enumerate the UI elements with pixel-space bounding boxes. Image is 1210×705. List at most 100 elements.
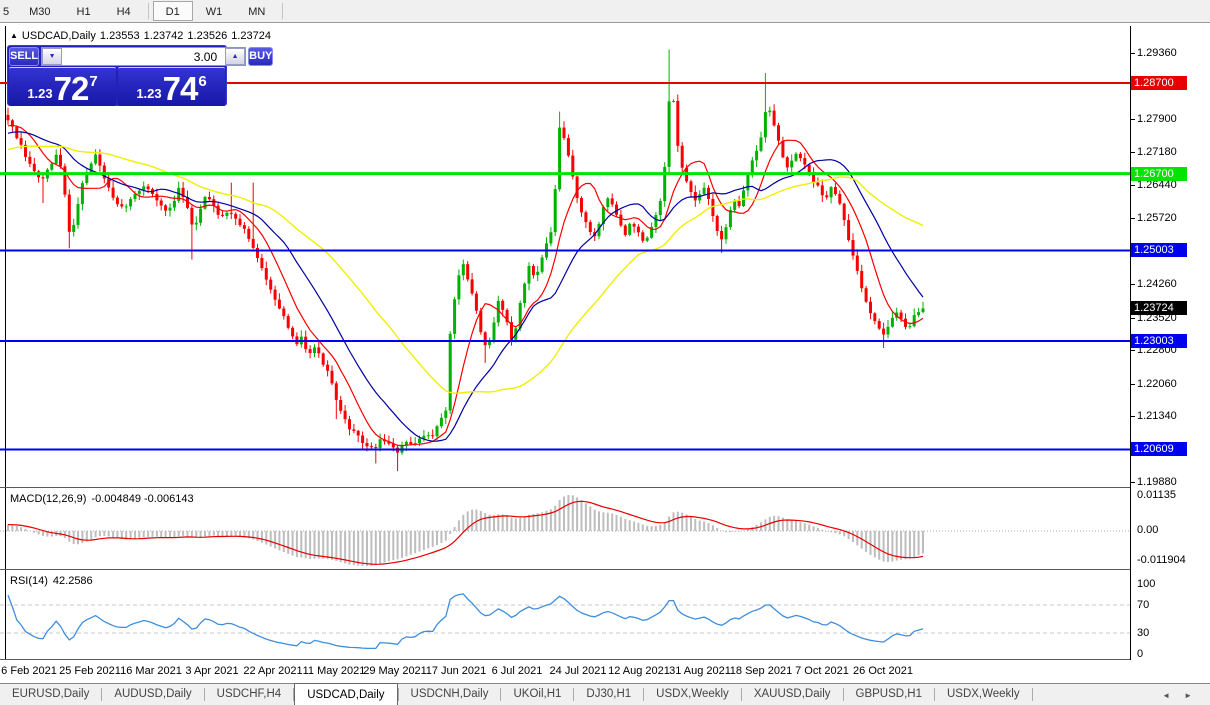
price-tick-mark bbox=[1131, 152, 1135, 153]
ohlc-close: 1.23724 bbox=[231, 30, 271, 42]
rsi-value: 42.2586 bbox=[53, 575, 93, 587]
price-tick-label: 1.27180 bbox=[1137, 146, 1177, 158]
symbol-tab-usdchf-h4[interactable]: USDCHF,H4 bbox=[205, 684, 294, 705]
price-tick-mark bbox=[1131, 482, 1135, 483]
symbol-tab-ukoil-h1[interactable]: UKOil,H1 bbox=[501, 684, 573, 705]
rsi-axis-0: 0 bbox=[1137, 648, 1143, 660]
price-tick-label: 1.29360 bbox=[1137, 47, 1177, 59]
mt4-window: 5M30H1H4D1W1MN ▲USDCAD,Daily1.235531.237… bbox=[0, 0, 1210, 705]
symbol-tab-dj30-h1[interactable]: DJ30,H1 bbox=[574, 684, 643, 705]
date-label: 29 May 2021 bbox=[363, 665, 427, 677]
lot-decrease-button[interactable]: ▼ bbox=[42, 48, 62, 65]
rsi-axis-70: 70 bbox=[1137, 599, 1149, 611]
macd-axis-zero: 0.00 bbox=[1137, 524, 1158, 536]
date-label: 11 May 2021 bbox=[303, 665, 366, 677]
ohlc-low: 1.23526 bbox=[187, 30, 227, 42]
hline-price-badge: 1.26700 bbox=[1131, 167, 1187, 181]
date-label: 25 Feb 2021 bbox=[59, 665, 121, 677]
price-tick-label: 1.24260 bbox=[1137, 278, 1177, 290]
date-label: 6 Feb 2021 bbox=[1, 665, 57, 677]
hline-price-badge: 1.20609 bbox=[1131, 442, 1187, 456]
lot-increase-button[interactable]: ▲ bbox=[225, 48, 245, 65]
date-label: 12 Aug 2021 bbox=[608, 665, 670, 677]
price-tick-label: 1.21340 bbox=[1137, 410, 1177, 422]
symbol-tab-usdx-weekly[interactable]: USDX,Weekly bbox=[935, 684, 1032, 705]
symbol-label: USDCAD,Daily bbox=[22, 30, 96, 42]
timeframe-button-h1[interactable]: H1 bbox=[64, 1, 104, 21]
hline-price-badge: 1.23003 bbox=[1131, 334, 1187, 348]
symbol-tab-audusd-daily[interactable]: AUDUSD,Daily bbox=[102, 684, 203, 705]
toolbar-separator bbox=[282, 3, 283, 19]
tab-separator bbox=[1032, 688, 1033, 701]
macd-axis-min: -0.011904 bbox=[1137, 554, 1186, 566]
buy-price-prefix: 1.23 bbox=[136, 86, 161, 101]
date-label: 16 Mar 2021 bbox=[120, 665, 182, 677]
rsi-axis-30: 30 bbox=[1137, 627, 1149, 639]
macd-label: MACD(12,26,9) -0.004849 -0.006143 bbox=[10, 493, 199, 505]
rsi-chart[interactable] bbox=[0, 571, 1130, 659]
rsi-line bbox=[8, 594, 923, 648]
sell-button[interactable]: SELL bbox=[9, 47, 39, 66]
date-label: 18 Sep 2021 bbox=[730, 665, 792, 677]
date-label: 17 Jun 2021 bbox=[426, 665, 487, 677]
lot-input[interactable] bbox=[62, 48, 225, 65]
chart-window: ▲USDCAD,Daily1.235531.237421.235261.2372… bbox=[0, 23, 1210, 683]
timeframe-button-w1[interactable]: W1 bbox=[193, 1, 236, 21]
expand-icon[interactable]: ▲ bbox=[10, 31, 18, 40]
price-tick-label: 1.22060 bbox=[1137, 378, 1177, 390]
candles bbox=[7, 50, 925, 472]
ohlc-header: ▲ USDCAD,Daily 1.23553 1.237421.23526 1.2372… bbox=[10, 30, 275, 42]
timeframe-toolbar: 5M30H1H4 D1W1MN bbox=[0, 0, 1210, 23]
panel-separator[interactable] bbox=[0, 569, 1210, 570]
sell-price[interactable]: 1.23 72 7 bbox=[9, 67, 116, 106]
ma-line-20 bbox=[8, 132, 923, 441]
price-tick-mark bbox=[1131, 119, 1135, 120]
symbol-tab-xauusd-daily[interactable]: XAUUSD,Daily bbox=[742, 684, 843, 705]
date-label: 26 Oct 2021 bbox=[853, 665, 913, 677]
symbol-tab-usdcad-daily[interactable]: USDCAD,Daily bbox=[294, 683, 397, 705]
rsi-label: RSI(14) 42.2586 bbox=[10, 575, 98, 587]
symbol-tab-usdcnh-daily[interactable]: USDCNH,Daily bbox=[399, 684, 501, 705]
hline-price-badge: 1.25003 bbox=[1131, 243, 1187, 257]
price-tick-mark bbox=[1131, 53, 1135, 54]
price-axis[interactable]: 1.293601.279001.271801.264401.257201.242… bbox=[1131, 23, 1210, 660]
rsi-title: RSI(14) bbox=[10, 575, 48, 587]
timeframe-button-5[interactable]: 5 bbox=[0, 1, 16, 21]
panel-separator[interactable] bbox=[0, 487, 1210, 488]
timeframe-button-mn[interactable]: MN bbox=[235, 1, 278, 21]
sell-price-sup: 7 bbox=[89, 73, 97, 90]
symbol-tab-bar: EURUSD,DailyAUDUSD,DailyUSDCHF,H4USDCAD,… bbox=[0, 683, 1210, 705]
trade-panel: SELL ▼ ▲ BUY 1.23 72 7 1.23 74 6 bbox=[7, 45, 227, 106]
macd-values: -0.004849 -0.006143 bbox=[91, 493, 193, 505]
toolbar-separator bbox=[148, 3, 149, 19]
ohlc-high: 1.23742 bbox=[144, 30, 184, 42]
date-label: 6 Jul 2021 bbox=[492, 665, 543, 677]
price-tick-mark bbox=[1131, 350, 1135, 351]
symbol-tab-usdx-weekly[interactable]: USDX,Weekly bbox=[644, 684, 741, 705]
date-label: 7 Oct 2021 bbox=[795, 665, 849, 677]
date-label: 24 Jul 2021 bbox=[550, 665, 607, 677]
symbol-tab-gbpusd-h1[interactable]: GBPUSD,H1 bbox=[844, 684, 934, 705]
macd-title: MACD(12,26,9) bbox=[10, 493, 86, 505]
price-tick-label: 1.25720 bbox=[1137, 212, 1177, 224]
symbol-tab-eurusd-daily[interactable]: EURUSD,Daily bbox=[0, 684, 101, 705]
buy-price[interactable]: 1.23 74 6 bbox=[118, 67, 225, 106]
tab-scroll-left-icon[interactable]: ◄ bbox=[1162, 691, 1170, 700]
timeframe-button-h4[interactable]: H4 bbox=[104, 1, 144, 21]
ohlc-open: 1.23553 bbox=[100, 30, 140, 42]
price-tick-mark bbox=[1131, 185, 1135, 186]
buy-button[interactable]: BUY bbox=[248, 47, 273, 66]
hline-price-badge: 1.28700 bbox=[1131, 76, 1187, 90]
date-label: 22 Apr 2021 bbox=[243, 665, 302, 677]
tab-scroller: ◄► bbox=[1162, 684, 1192, 705]
timeframe-button-m30[interactable]: M30 bbox=[16, 1, 63, 21]
price-tick-mark bbox=[1131, 284, 1135, 285]
sell-price-prefix: 1.23 bbox=[27, 86, 52, 101]
sell-price-big: 72 bbox=[54, 74, 89, 104]
lot-box: ▼ ▲ bbox=[41, 47, 246, 66]
price-tick-label: 1.27900 bbox=[1137, 113, 1177, 125]
date-label: 3 Apr 2021 bbox=[185, 665, 238, 677]
tab-scroll-right-icon[interactable]: ► bbox=[1184, 691, 1192, 700]
timeframe-button-d1[interactable]: D1 bbox=[153, 1, 193, 21]
date-axis[interactable]: 6 Feb 202125 Feb 202116 Mar 20213 Apr 20… bbox=[0, 660, 1210, 683]
